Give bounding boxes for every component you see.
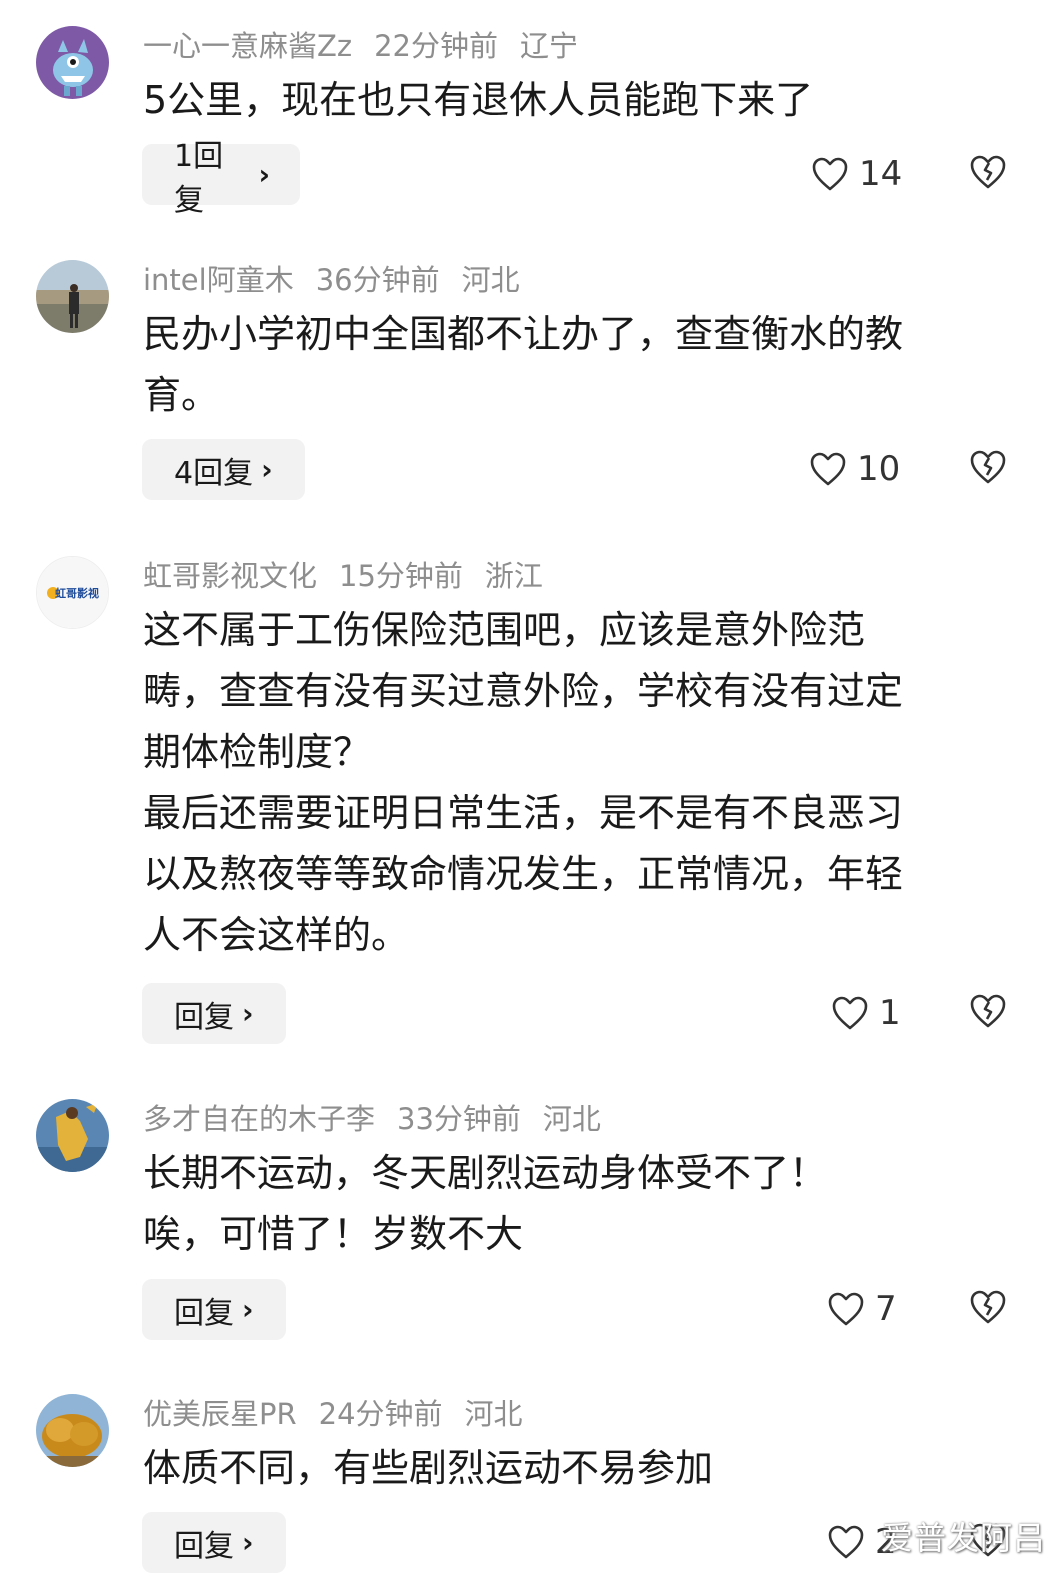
comment-meta: 多才自在的木子李 33分钟前 河北 — [143, 1101, 623, 1137]
like-count: 7 — [875, 1289, 897, 1329]
comment-text: 这不属于工伤保险范围吧，应该是意外险范 畴，查查有没有买过意外险，学校有没有过定… — [143, 608, 904, 957]
chevron-right-icon: › — [242, 1526, 254, 1559]
comment-location: 河北 — [542, 1102, 601, 1136]
like-button[interactable]: 1 — [831, 993, 901, 1033]
username[interactable]: intel阿童木 — [143, 263, 294, 297]
reply-button[interactable]: 4回复 › — [142, 439, 305, 500]
reply-label: 回复 — [174, 1528, 234, 1564]
dislike-button[interactable] — [968, 1289, 1008, 1329]
dislike-button[interactable] — [968, 449, 1008, 489]
comment-time: 36分钟前 — [315, 263, 440, 297]
heart-icon — [828, 1525, 864, 1559]
basketball-player-avatar-icon — [36, 1099, 109, 1172]
comment-location: 辽宁 — [520, 29, 579, 63]
comment-meta: intel阿童木 36分钟前 河北 — [143, 262, 542, 298]
broken-heart-icon — [970, 450, 1006, 484]
reply-label: 4回复 — [174, 455, 254, 491]
username[interactable]: 优美辰星PR — [143, 1397, 297, 1431]
broken-heart-icon — [970, 994, 1006, 1028]
user-avatar[interactable] — [36, 1099, 109, 1172]
watermark: 爱普发阿吕 — [880, 1519, 1046, 1557]
like-button[interactable]: 10 — [809, 449, 900, 489]
comment-meta: 优美辰星PR 24分钟前 河北 — [143, 1396, 545, 1432]
comment-time: 15分钟前 — [339, 559, 463, 593]
reply-label: 回复 — [174, 999, 234, 1035]
username[interactable]: 多才自在的木子李 — [143, 1102, 375, 1136]
comment-time: 33分钟前 — [397, 1102, 521, 1136]
comment-time: 22分钟前 — [374, 29, 498, 63]
comment-time: 24分钟前 — [318, 1397, 443, 1431]
avatar-logo-text: 虹哥影视 — [55, 586, 99, 600]
comment-location: 河北 — [464, 1397, 523, 1431]
user-avatar[interactable] — [36, 260, 109, 333]
broken-heart-icon — [970, 1290, 1006, 1324]
user-avatar[interactable]: 虹哥影视 — [36, 556, 109, 629]
reply-label: 1回复 — [174, 138, 224, 218]
comment-text: 体质不同，有些剧烈运动不易参加 — [143, 1446, 714, 1490]
chevron-right-icon: › — [242, 997, 254, 1030]
like-button[interactable]: 14 — [811, 154, 902, 194]
like-button[interactable]: 7 — [827, 1289, 897, 1329]
chevron-right-icon: › — [261, 453, 273, 486]
broken-heart-icon — [970, 155, 1006, 189]
reply-button[interactable]: 回复 › — [142, 1279, 286, 1340]
comment-meta: 虹哥影视文化 15分钟前 浙江 — [143, 558, 565, 594]
dislike-button[interactable] — [968, 154, 1008, 194]
reply-label: 回复 — [174, 1295, 234, 1331]
reply-button[interactable]: 回复 › — [142, 1512, 286, 1573]
reply-button[interactable]: 回复 › — [142, 983, 286, 1044]
chevron-right-icon: › — [242, 1293, 254, 1326]
like-count: 10 — [857, 449, 901, 489]
logo-avatar-icon: 虹哥影视 — [37, 557, 108, 628]
comment-meta: 一心一意麻酱Zz 22分钟前 辽宁 — [143, 28, 600, 64]
comment-location: 河北 — [461, 263, 520, 297]
heart-icon — [832, 996, 868, 1030]
comment-text: 5公里，现在也只有退休人员能跑下来了 — [143, 78, 814, 122]
username[interactable]: 一心一意麻酱Zz — [143, 29, 352, 63]
comment-location: 浙江 — [484, 559, 543, 593]
user-avatar[interactable] — [36, 1394, 109, 1467]
comment-text: 民办小学初中全国都不让办了，查查衡水的教 育。 — [143, 312, 904, 417]
reply-button[interactable]: 1回复 › — [142, 139, 300, 218]
like-count: 14 — [859, 154, 903, 194]
heart-icon — [812, 157, 848, 191]
golden-tree-avatar-icon — [36, 1394, 109, 1467]
username[interactable]: 虹哥影视文化 — [143, 559, 317, 593]
like-count: 1 — [879, 993, 901, 1033]
heart-icon — [810, 452, 846, 486]
chevron-right-icon: › — [258, 158, 270, 191]
user-avatar[interactable] — [36, 26, 109, 99]
comment-text: 长期不运动，冬天剧烈运动身体受不了！ 唉，可惜了！岁数不大 — [143, 1151, 828, 1256]
dislike-button[interactable] — [968, 993, 1008, 1033]
blue-monster-avatar-icon — [36, 26, 109, 99]
man-by-river-photo-avatar-icon — [36, 260, 109, 333]
heart-icon — [828, 1292, 864, 1326]
